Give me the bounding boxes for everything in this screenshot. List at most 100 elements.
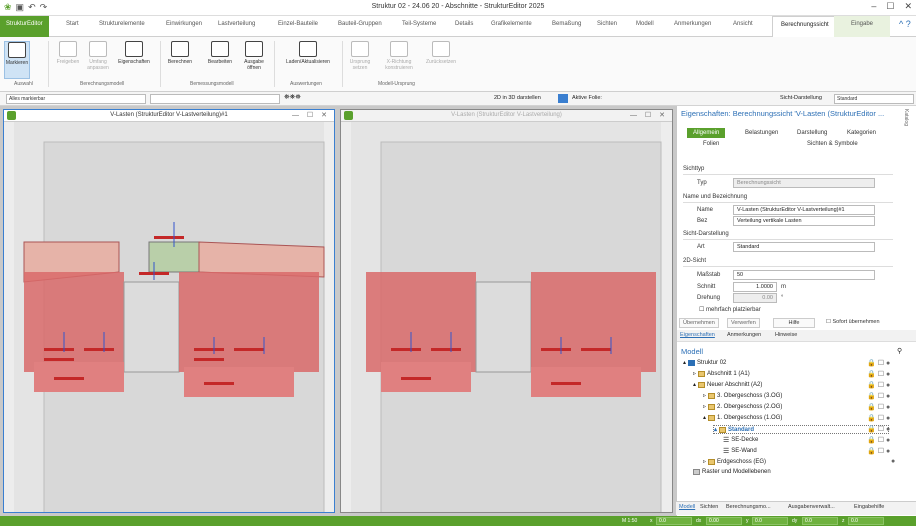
catalog-side-tab[interactable]: Katalog <box>903 109 909 126</box>
tab-sichten[interactable]: Sichten <box>597 21 617 27</box>
selection-dropdown[interactable]: Alles markierbar <box>6 94 146 104</box>
verwerfen-button[interactable]: Verwerfen <box>727 318 760 328</box>
binocular-icon[interactable]: ⛯⛯⛯ <box>284 94 301 102</box>
dy-field[interactable]: 0.0 <box>802 517 838 525</box>
subtab-hinweise[interactable]: Hinweise <box>775 332 797 338</box>
eigenschaften-button[interactable]: Eigenschaften <box>116 41 152 65</box>
visibility-icons[interactable]: 🔒☐● <box>867 381 892 389</box>
tree-item-selected[interactable]: ▴ Standard <box>713 425 889 434</box>
view-window-right[interactable]: V-Lasten (StrukturEditor V-Lastverteilun… <box>340 109 673 513</box>
x-field[interactable]: 0.0 <box>656 517 692 525</box>
hilfe-button[interactable]: Hilfe <box>773 318 815 328</box>
tab-lastverteilung[interactable]: Lastverteilung <box>218 21 255 27</box>
eye-icon[interactable]: ● <box>891 458 897 465</box>
view-controls[interactable]: — ☐ ✕ <box>630 111 668 119</box>
visibility-icons[interactable]: 🔒☐● <box>867 403 892 411</box>
view2d-icon[interactable] <box>558 94 568 103</box>
tab-darstellung[interactable]: Darstellung <box>797 130 827 136</box>
tab-teil-systeme[interactable]: Teil-Systeme <box>402 21 436 27</box>
bottom-tab-berechnungsmodell[interactable]: Berechnungsmo... <box>726 504 771 510</box>
tree-item[interactable]: ▹ 2. Obergeschoss (2.OG) <box>703 403 782 410</box>
3d-scene[interactable] <box>341 122 672 512</box>
berechnen-button[interactable]: Berechnen <box>166 41 194 65</box>
markieren-button[interactable]: Markieren <box>4 41 30 79</box>
tab-modell[interactable]: Modell <box>636 21 654 27</box>
bearbeiten-button[interactable]: Bearbeiten <box>204 41 236 65</box>
3d-scene[interactable] <box>4 122 334 512</box>
laden-aktualisieren-button[interactable]: Laden/Aktualisieren <box>280 41 336 65</box>
ursprung-setzen-button[interactable]: Ursprung setzen <box>346 41 374 71</box>
tab-sichten-symbole[interactable]: Sichten & Symbole <box>807 141 858 147</box>
tab-bauteil-gruppen[interactable]: Bauteil-Gruppen <box>338 21 382 27</box>
tab-strukturelemente[interactable]: Strukturelemente <box>99 21 145 27</box>
tree-item[interactable]: ▴ 1. Obergeschoss (1.OG) <box>703 414 782 421</box>
tab-folien[interactable]: Folien <box>703 141 719 147</box>
section-sichttyp[interactable]: Sichttyp <box>683 164 893 175</box>
tab-bemassung[interactable]: Bemaßung <box>552 21 581 27</box>
dx-field[interactable]: 0.00 <box>706 517 742 525</box>
section-sicht-darstellung[interactable]: Sicht-Darstellung <box>683 229 893 240</box>
tree-item[interactable]: ▹ Erdgeschoss (EG) <box>703 458 766 465</box>
tab-allgemein[interactable]: Allgemein <box>687 128 726 138</box>
tab-details[interactable]: Details <box>455 21 473 27</box>
filter-dropdown[interactable] <box>150 94 280 104</box>
sicht-darstellung-dropdown[interactable]: Standard <box>834 94 914 104</box>
tab-grafikelemente[interactable]: Grafikelemente <box>491 21 532 27</box>
view2d-label[interactable]: 2D in 3D darstellen <box>494 95 541 101</box>
tab-einwirkungen[interactable]: Einwirkungen <box>166 21 202 27</box>
tree-item[interactable]: ▹ Abschnitt 1 (A1) <box>693 370 750 377</box>
z-field[interactable]: 0.0 <box>848 517 884 525</box>
tab-anmerkungen[interactable]: Anmerkungen <box>674 21 711 27</box>
tree-item[interactable]: ☰ SE-Wand <box>723 447 757 455</box>
maximize-icon[interactable]: ☐ <box>886 1 894 12</box>
minimize-icon[interactable]: – <box>871 1 876 12</box>
visibility-icons[interactable]: 🔒☐● <box>867 392 892 400</box>
massstab-dropdown[interactable]: 50 <box>733 270 875 280</box>
visibility-icons[interactable]: 🔒☐● <box>867 425 892 433</box>
name-field[interactable]: V-Lasten (StrukturEditor V-Lastverteilun… <box>733 205 875 215</box>
subtab-anmerkungen[interactable]: Anmerkungen <box>727 332 761 338</box>
tree-item[interactable]: Raster und Modellebenen <box>693 469 771 475</box>
uebernehmen-button[interactable]: Übernehmen <box>679 318 719 328</box>
tab-struktureditor[interactable]: StrukturEditor <box>0 16 49 37</box>
freigeben-button[interactable]: Freigeben <box>54 41 82 65</box>
art-dropdown[interactable]: Standard <box>733 242 875 252</box>
bottom-tab-eingabehilfe[interactable]: Eingabehilfe <box>854 504 884 510</box>
view-window-left[interactable]: V-Lasten (StrukturEditor V-Lastverteilun… <box>3 109 335 513</box>
scale-indicator[interactable]: M 1:50 <box>622 518 637 524</box>
bottom-tab-ausgabenverwaltung[interactable]: Ausgabenverwalt... <box>788 504 835 510</box>
tree-item[interactable]: ▴ Neuer Abschnitt (A2) <box>693 381 762 388</box>
schnitt-field[interactable]: 1.0000 <box>733 282 777 292</box>
bottom-tab-modell[interactable]: Modell <box>679 504 695 510</box>
y-field[interactable]: 0.0 <box>752 517 788 525</box>
mehrfach-checkbox[interactable]: ☐ mehrfach platzierbar <box>699 306 761 313</box>
umfang-anpassen-button[interactable]: Umfang anpassen <box>84 41 112 71</box>
section-2d-sicht[interactable]: 2D-Sicht <box>683 256 893 267</box>
tab-ansicht[interactable]: Ansicht <box>733 21 753 27</box>
pin-icon[interactable]: ⚲ <box>897 347 902 355</box>
subtab-eigenschaften[interactable]: Eigenschaften <box>680 332 715 338</box>
tab-start[interactable]: Start <box>66 21 79 27</box>
x-richtung-button[interactable]: X-Richtung konstruieren <box>378 41 420 71</box>
ausgabe-oeffnen-button[interactable]: Ausgabe öffnen <box>240 41 268 71</box>
tab-berechnungssicht[interactable]: Berechnungssicht <box>772 16 838 38</box>
visibility-icons[interactable]: 🔒☐● <box>867 370 892 378</box>
visibility-icons[interactable]: 🔒☐● <box>867 436 892 444</box>
tab-kategorien[interactable]: Kategorien <box>847 130 876 136</box>
help-icon[interactable]: ^ ? <box>899 19 911 29</box>
tree-item[interactable]: ▹ 3. Obergeschoss (3.OG) <box>703 392 782 399</box>
visibility-icons[interactable]: 🔒☐● <box>867 359 892 367</box>
bez-field[interactable]: Verteilung vertikale Lasten <box>733 216 875 226</box>
sofort-uebernehmen-checkbox[interactable]: ☐ Sofort übernehmen <box>823 318 883 328</box>
tab-einzel-bauteile[interactable]: Einzel-Bauteile <box>278 21 318 27</box>
close-icon[interactable]: ✕ <box>904 1 912 12</box>
tree-item[interactable]: ▴ Struktur 02 <box>683 359 726 366</box>
tab-eingabe[interactable]: Eingabe <box>834 16 890 37</box>
visibility-icons[interactable]: 🔒☐● <box>867 414 892 422</box>
bottom-tab-sichten[interactable]: Sichten <box>700 504 718 510</box>
zuruecksetzen-button[interactable]: Zurücksetzen <box>422 41 460 65</box>
tree-item[interactable]: ☰ SE-Decke <box>723 436 758 444</box>
visibility-icons[interactable]: 🔒☐● <box>867 447 892 455</box>
view-controls[interactable]: — ☐ ✕ <box>292 111 330 119</box>
tab-belastungen[interactable]: Belastungen <box>745 130 778 136</box>
